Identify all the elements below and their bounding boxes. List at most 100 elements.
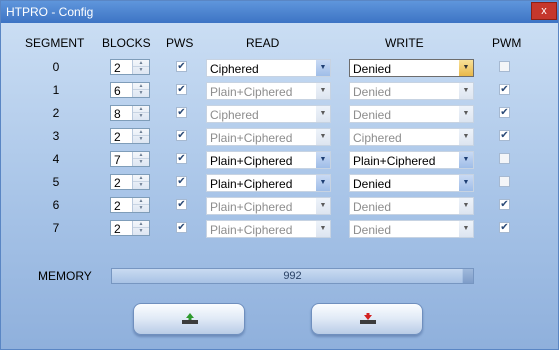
pwm-checkbox[interactable]: ✔: [499, 107, 510, 118]
pwm-checkbox[interactable]: ✔: [499, 84, 510, 95]
blocks-value[interactable]: 2: [114, 176, 121, 190]
pws-checkbox[interactable]: ✔: [176, 130, 187, 141]
download-arrow-icon: [360, 313, 376, 324]
dropdown-arrow-icon[interactable]: ▼: [459, 83, 473, 99]
dropdown-arrow-icon[interactable]: ▼: [316, 83, 330, 99]
spinner-buttons: ▲ ▼: [132, 198, 149, 212]
pws-checkbox[interactable]: ✔: [176, 199, 187, 210]
close-button[interactable]: x: [531, 2, 557, 20]
write-select[interactable]: Denied ▼: [349, 197, 474, 215]
spin-up-icon[interactable]: ▲: [133, 106, 149, 113]
write-select[interactable]: Denied ▼: [349, 59, 474, 77]
pws-checkbox[interactable]: ✔: [176, 176, 187, 187]
spin-down-icon[interactable]: ▼: [133, 228, 149, 235]
read-select[interactable]: Plain+Ciphered ▼: [206, 220, 331, 238]
read-select[interactable]: Ciphered ▼: [206, 105, 331, 123]
blocks-spinner[interactable]: 2 ▲ ▼: [110, 197, 150, 213]
memory-bar: 992: [111, 268, 474, 284]
read-select[interactable]: Plain+Ciphered ▼: [206, 128, 331, 146]
pws-checkbox[interactable]: ✔: [176, 222, 187, 233]
dropdown-arrow-icon[interactable]: ▼: [316, 106, 330, 122]
dropdown-arrow-icon[interactable]: ▼: [459, 60, 473, 76]
segment-number: 3: [52, 129, 60, 143]
blocks-spinner[interactable]: 2 ▲ ▼: [110, 128, 150, 144]
dropdown-arrow-icon[interactable]: ▼: [459, 175, 473, 191]
write-select-value: Denied: [353, 223, 392, 237]
segment-number: 6: [52, 198, 60, 212]
read-select[interactable]: Ciphered ▼: [206, 59, 331, 77]
read-select-value: Plain+Ciphered: [210, 177, 293, 191]
segment-number: 0: [52, 60, 60, 74]
write-select-value: Denied: [353, 108, 392, 122]
header-read: READ: [246, 36, 280, 50]
write-select-value: Plain+Ciphered: [353, 154, 436, 168]
spin-up-icon[interactable]: ▲: [133, 221, 149, 228]
read-select-value: Ciphered: [210, 108, 259, 122]
blocks-spinner[interactable]: 6 ▲ ▼: [110, 82, 150, 98]
spin-up-icon[interactable]: ▲: [133, 175, 149, 182]
pwm-checkbox[interactable]: ✔: [499, 222, 510, 233]
dropdown-arrow-icon[interactable]: ▼: [459, 221, 473, 237]
pws-checkbox[interactable]: ✔: [176, 61, 187, 72]
spin-up-icon[interactable]: ▲: [133, 83, 149, 90]
spin-down-icon[interactable]: ▼: [133, 113, 149, 120]
write-select[interactable]: Plain+Ciphered ▼: [349, 151, 474, 169]
write-select[interactable]: Ciphered ▼: [349, 128, 474, 146]
pws-checkbox[interactable]: ✔: [176, 107, 187, 118]
blocks-spinner[interactable]: 2 ▲ ▼: [110, 174, 150, 190]
write-select[interactable]: Denied ▼: [349, 82, 474, 100]
blocks-value[interactable]: 2: [114, 199, 121, 213]
upload-button[interactable]: [133, 303, 245, 335]
dropdown-arrow-icon[interactable]: ▼: [316, 198, 330, 214]
dropdown-arrow-icon[interactable]: ▼: [316, 175, 330, 191]
blocks-spinner[interactable]: 7 ▲ ▼: [110, 151, 150, 167]
dropdown-arrow-icon[interactable]: ▼: [316, 60, 330, 76]
write-select[interactable]: Denied ▼: [349, 174, 474, 192]
read-select[interactable]: Plain+Ciphered ▼: [206, 197, 331, 215]
dropdown-arrow-icon[interactable]: ▼: [459, 129, 473, 145]
spin-down-icon[interactable]: ▼: [133, 205, 149, 212]
blocks-value[interactable]: 2: [114, 130, 121, 144]
spin-down-icon[interactable]: ▼: [133, 67, 149, 74]
read-select[interactable]: Plain+Ciphered ▼: [206, 82, 331, 100]
blocks-spinner[interactable]: 8 ▲ ▼: [110, 105, 150, 121]
header-segment: SEGMENT: [25, 36, 85, 50]
spin-up-icon[interactable]: ▲: [133, 129, 149, 136]
dropdown-arrow-icon[interactable]: ▼: [316, 129, 330, 145]
write-select[interactable]: Denied ▼: [349, 105, 474, 123]
spin-down-icon[interactable]: ▼: [133, 136, 149, 143]
blocks-spinner[interactable]: 2 ▲ ▼: [110, 220, 150, 236]
pwm-checkbox[interactable]: ✔: [499, 199, 510, 210]
blocks-spinner[interactable]: 2 ▲ ▼: [110, 59, 150, 75]
upload-arrow-icon: [182, 313, 198, 324]
dropdown-arrow-icon[interactable]: ▼: [459, 198, 473, 214]
dropdown-arrow-icon[interactable]: ▼: [459, 152, 473, 168]
read-select[interactable]: Plain+Ciphered ▼: [206, 151, 331, 169]
blocks-value[interactable]: 2: [114, 222, 121, 236]
spin-up-icon[interactable]: ▲: [133, 198, 149, 205]
spin-down-icon[interactable]: ▼: [133, 159, 149, 166]
spin-up-icon[interactable]: ▲: [133, 152, 149, 159]
title-bar[interactable]: HTPRO - Config x: [1, 1, 558, 23]
pwm-checkbox[interactable]: ✔: [499, 130, 510, 141]
blocks-value[interactable]: 8: [114, 107, 121, 121]
spin-down-icon[interactable]: ▼: [133, 182, 149, 189]
pwm-checkbox[interactable]: [499, 176, 510, 187]
header-write: WRITE: [385, 36, 424, 50]
download-button[interactable]: [311, 303, 423, 335]
dropdown-arrow-icon[interactable]: ▼: [316, 221, 330, 237]
pwm-checkbox[interactable]: [499, 153, 510, 164]
blocks-value[interactable]: 6: [114, 84, 121, 98]
write-select[interactable]: Denied ▼: [349, 220, 474, 238]
read-select[interactable]: Plain+Ciphered ▼: [206, 174, 331, 192]
header-blocks: BLOCKS: [102, 36, 151, 50]
pws-checkbox[interactable]: ✔: [176, 153, 187, 164]
spin-up-icon[interactable]: ▲: [133, 60, 149, 67]
spin-down-icon[interactable]: ▼: [133, 90, 149, 97]
blocks-value[interactable]: 2: [114, 61, 121, 75]
dropdown-arrow-icon[interactable]: ▼: [316, 152, 330, 168]
pws-checkbox[interactable]: ✔: [176, 84, 187, 95]
pwm-checkbox[interactable]: [499, 61, 510, 72]
dropdown-arrow-icon[interactable]: ▼: [459, 106, 473, 122]
blocks-value[interactable]: 7: [114, 153, 121, 167]
